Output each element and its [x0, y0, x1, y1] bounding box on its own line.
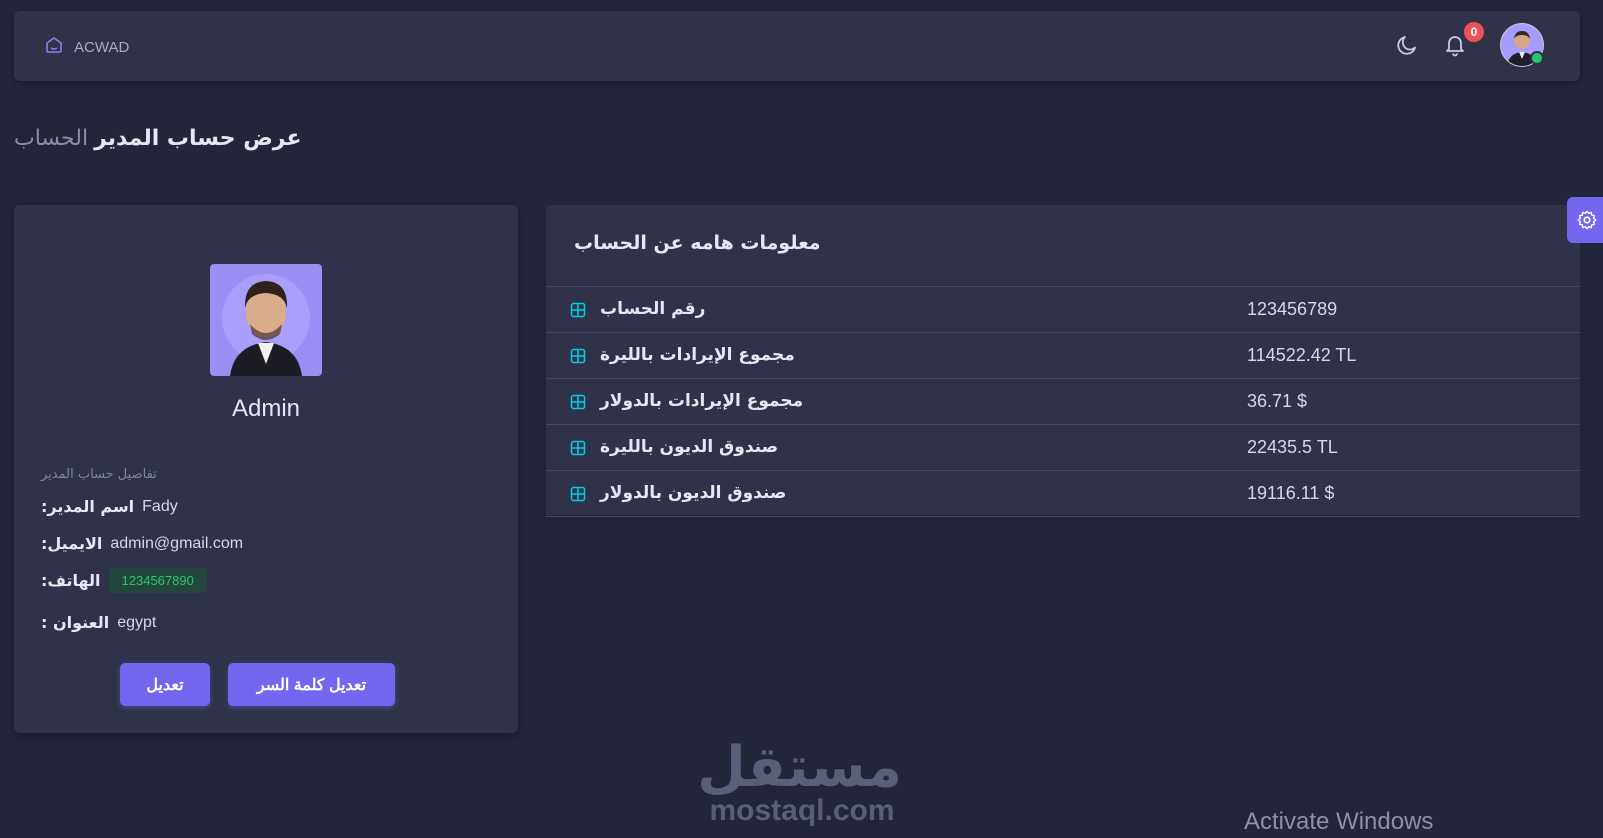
row-value: 19116.11 $: [1247, 483, 1335, 503]
detail-label: الايميل:: [41, 534, 103, 553]
top-navbar: ACWAD 0: [14, 11, 1580, 81]
theme-toggle-button[interactable]: [1394, 32, 1420, 58]
profile-photo: [210, 264, 322, 376]
info-card-title: معلومات هامه عن الحساب: [574, 232, 821, 254]
profile-card: Admin تفاصيل حساب المدير اسم المدير: Fad…: [14, 205, 518, 733]
activate-windows-overlay: Activate Windows: [1244, 808, 1434, 835]
profile-name: Admin: [231, 395, 301, 422]
row-label: صندوق الديون بالليرة: [600, 437, 779, 457]
info-table: رقم الحساب 123456789 مجموع الإيرادات بال…: [546, 287, 1580, 517]
detail-value: admin@gmail.com: [110, 534, 244, 552]
grid-icon: [570, 394, 586, 410]
breadcrumb-parent[interactable]: الحساب: [14, 126, 88, 151]
detail-label: اسم المدير:: [41, 497, 135, 516]
gear-icon: [1577, 210, 1597, 230]
breadcrumb: عرض حساب المدير الحساب: [14, 126, 302, 151]
navbar-actions: 0: [1394, 22, 1544, 67]
row-label: مجموع الإيرادات بالليرة: [600, 345, 795, 365]
grid-icon: [570, 440, 586, 456]
detail-value: Fady: [142, 497, 178, 515]
detail-value: egypt: [117, 613, 157, 631]
user-avatar-button[interactable]: [1500, 23, 1544, 67]
edit-password-button[interactable]: تعديل كلمة السر: [228, 663, 395, 706]
detail-label: الهاتف:: [41, 571, 101, 590]
brand[interactable]: ACWAD: [44, 35, 129, 59]
edit-button[interactable]: تعديل: [120, 663, 210, 706]
row-value: 22435.5 TL: [1247, 437, 1338, 457]
row-value: 123456789: [1247, 299, 1338, 319]
detail-row-address: العنوان : egypt: [41, 613, 156, 632]
account-info-card: معلومات هامه عن الحساب رقم الحساب 123456…: [546, 205, 1580, 517]
row-label: صندوق الديون بالدولار: [600, 483, 787, 503]
page-title: عرض حساب المدير: [94, 126, 302, 151]
online-status-dot: [1530, 51, 1544, 65]
table-row: صندوق الديون بالليرة 22435.5 TL: [546, 425, 1580, 471]
row-value: 36.71 $: [1247, 391, 1308, 411]
notifications-count-badge: 0: [1464, 22, 1484, 42]
table-row: مجموع الإيرادات بالدولار 36.71 $: [546, 379, 1580, 425]
brand-name: ACWAD: [74, 38, 130, 56]
phone-badge: 1234567890: [108, 568, 207, 593]
grid-icon: [570, 348, 586, 364]
row-label: رقم الحساب: [600, 299, 706, 319]
row-value: 114522.42 TL: [1247, 345, 1357, 365]
watermark: مستقل mostaql.com: [697, 735, 902, 828]
table-row: مجموع الإيرادات بالليرة 114522.42 TL: [546, 333, 1580, 379]
home-icon: [44, 35, 64, 59]
bell-icon: [1446, 36, 1464, 57]
row-label: مجموع الإيرادات بالدولار: [600, 391, 804, 411]
detail-row-phone: الهاتف: 1234567890: [41, 568, 207, 593]
detail-label: العنوان :: [41, 613, 110, 632]
detail-row-email: الايميل: admin@gmail.com: [41, 534, 243, 553]
customizer-toggle-button[interactable]: [1567, 197, 1603, 243]
table-row: صندوق الديون بالدولار 19116.11 $: [546, 471, 1580, 517]
watermark-latin: mostaql.com: [709, 794, 895, 827]
notifications-button[interactable]: 0: [1442, 22, 1484, 58]
details-section-title: تفاصيل حساب المدير: [41, 467, 157, 482]
detail-row-name: اسم المدير: Fady: [41, 497, 178, 516]
watermark-arabic: مستقل: [697, 735, 902, 800]
grid-icon: [570, 486, 586, 502]
table-row: رقم الحساب 123456789: [546, 287, 1580, 333]
grid-icon: [570, 302, 586, 318]
moon-icon: [1397, 36, 1416, 55]
